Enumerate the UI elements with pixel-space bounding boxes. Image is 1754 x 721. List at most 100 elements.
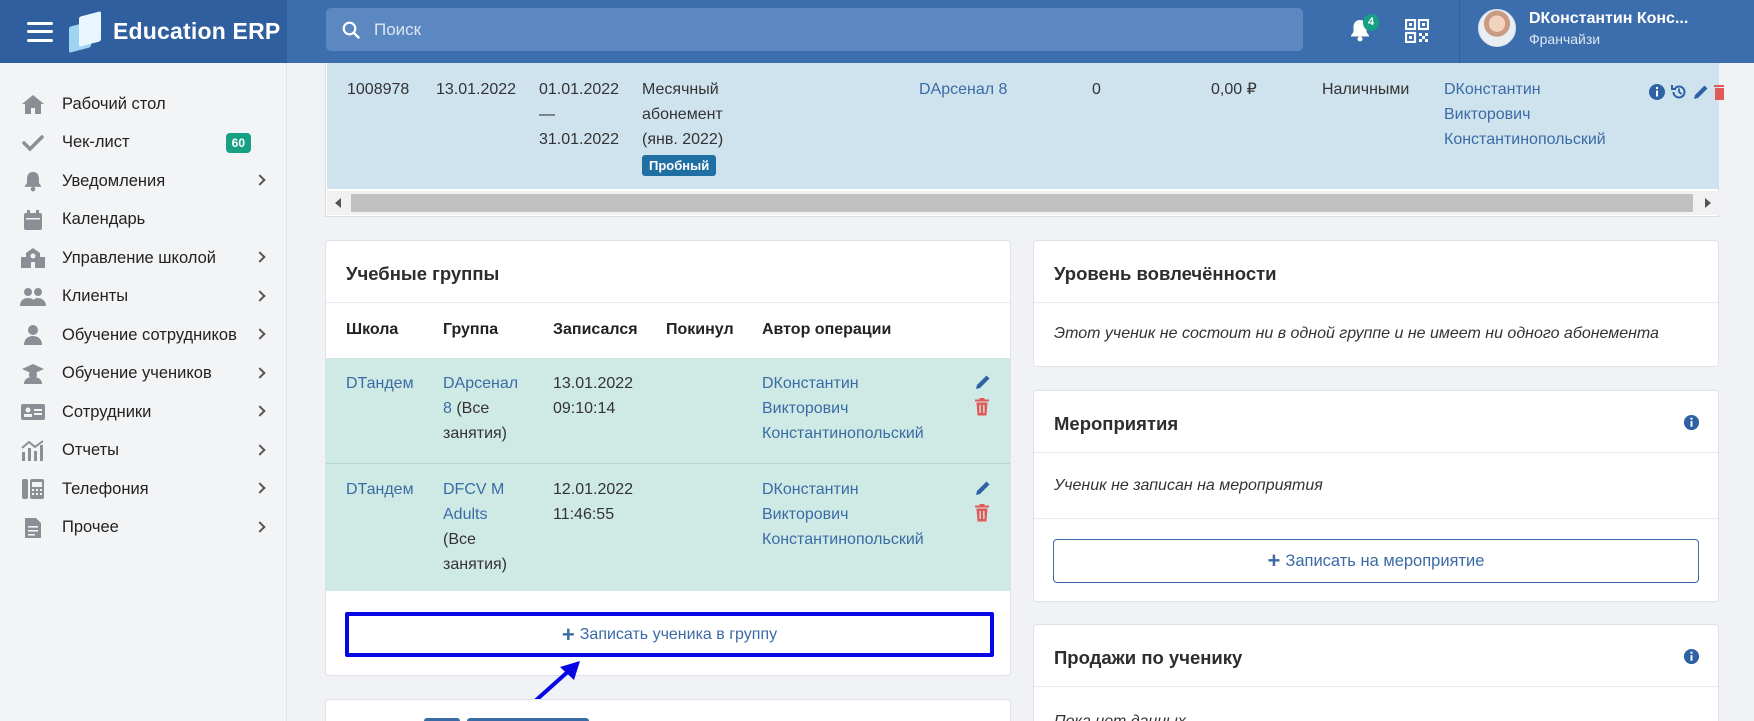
group-scope: занятия) bbox=[443, 425, 507, 442]
edit-icon[interactable] bbox=[1692, 83, 1710, 101]
subscription-name-line: Месячный bbox=[642, 81, 719, 98]
column-header-group: Группа bbox=[443, 321, 499, 338]
sidebar-item-dashboard[interactable]: Рабочий стол bbox=[0, 85, 286, 124]
info-icon[interactable] bbox=[1683, 414, 1700, 431]
id-card-icon bbox=[20, 400, 46, 424]
sidebar-item-employees[interactable]: Сотрудники bbox=[0, 393, 286, 432]
chevron-right-icon bbox=[254, 289, 266, 302]
hamburger-menu-icon[interactable] bbox=[27, 21, 53, 42]
qr-code-icon[interactable] bbox=[1404, 18, 1430, 44]
sales-card: Продажи по ученику Пока нет данных bbox=[1033, 624, 1719, 721]
horizontal-scrollbar[interactable] bbox=[327, 191, 1719, 215]
sidebar-item-checklist[interactable]: Чек-лист 60 bbox=[0, 124, 286, 163]
delete-icon[interactable] bbox=[1714, 83, 1724, 101]
subscription-id: 1008978 bbox=[347, 81, 410, 98]
scroll-left-arrow-icon[interactable] bbox=[335, 198, 341, 208]
sidebar-item-label: Уведомления bbox=[62, 171, 166, 190]
chevron-right-icon bbox=[254, 251, 266, 263]
column-header-school: Школа bbox=[346, 321, 399, 338]
period-end: 31.01.2022 bbox=[539, 131, 620, 148]
search-input[interactable] bbox=[374, 19, 1274, 40]
group-scope: (Все bbox=[443, 531, 476, 548]
user-menu[interactable]: DКонстантин Конс... Франчайзи bbox=[1478, 9, 1688, 47]
group-name-link[interactable]: 8 bbox=[443, 400, 452, 417]
chevron-right-icon bbox=[254, 443, 266, 456]
engagement-title: Уровень вовлечённости bbox=[1054, 263, 1277, 284]
events-card: Мероприятия Ученик не записан на меропри… bbox=[1033, 390, 1719, 602]
group-name-link[interactable]: DАрсенал bbox=[443, 371, 518, 396]
author-line: Викторович bbox=[1444, 106, 1531, 123]
delete-icon[interactable] bbox=[974, 504, 990, 522]
sidebar-item-label: Клиенты bbox=[62, 287, 129, 306]
app-logo-icon bbox=[69, 10, 103, 53]
edit-icon[interactable] bbox=[974, 373, 992, 391]
table-row: DТандем DFCV M Adults (Все занятия) 12.0… bbox=[326, 464, 1010, 591]
sidebar-item-label: Чек-лист bbox=[62, 133, 130, 152]
author-line: Викторович bbox=[762, 400, 849, 417]
engagement-card: Уровень вовлечённости Этот ученик не сос… bbox=[1033, 240, 1719, 367]
group-name-link[interactable]: Adults bbox=[443, 502, 507, 527]
history-icon[interactable] bbox=[1670, 83, 1688, 101]
chevron-right-icon bbox=[254, 405, 266, 417]
header-divider bbox=[1459, 0, 1460, 63]
sidebar-item-school-management[interactable]: Управление школой bbox=[0, 239, 286, 278]
search-bar[interactable] bbox=[326, 8, 1303, 51]
avatar[interactable] bbox=[1478, 9, 1516, 47]
sidebar-item-calendar[interactable]: Календарь bbox=[0, 201, 286, 240]
subscription-author-link[interactable]: DКонстантин Викторович Константинопольск… bbox=[1444, 77, 1606, 152]
chart-icon bbox=[20, 439, 46, 463]
top-bar: Education ERP 4 DКонстантин Конс... Фран… bbox=[0, 0, 1754, 63]
joined-date: 13.01.2022 bbox=[553, 375, 634, 392]
group-name-link[interactable]: DFCV M bbox=[443, 477, 507, 502]
subscription-name-line: абонемент bbox=[642, 106, 723, 123]
sidebar-item-telephony[interactable]: Телефония bbox=[0, 470, 286, 509]
group-school-link[interactable]: DТандем bbox=[346, 371, 414, 396]
subscription-group-link[interactable]: DАрсенал 8 bbox=[919, 77, 1007, 102]
notifications-button[interactable]: 4 bbox=[1349, 14, 1379, 44]
info-icon[interactable] bbox=[1648, 83, 1666, 101]
period-start: 01.01.2022 bbox=[539, 81, 620, 98]
subscriptions-table: 1008978 13.01.2022 01.01.2022 — 31.01.20… bbox=[325, 63, 1724, 217]
sidebar-item-label: Телефония bbox=[62, 479, 149, 498]
group-school-link[interactable]: DТандем bbox=[346, 477, 414, 502]
sidebar-item-staff-training[interactable]: Обучение сотрудников bbox=[0, 316, 286, 355]
check-icon bbox=[20, 131, 46, 155]
subscription-amount: 0,00 ₽ bbox=[1211, 81, 1257, 98]
sidebar-item-student-training[interactable]: Обучение учеников bbox=[0, 355, 286, 394]
user-name: DКонстантин Конс... bbox=[1529, 9, 1689, 27]
chevron-right-icon bbox=[254, 482, 266, 494]
column-header-left: Покинул bbox=[666, 321, 734, 338]
sidebar-item-label: Сотрудники bbox=[62, 402, 152, 421]
delete-icon[interactable] bbox=[974, 398, 990, 416]
author-line: Константинопольский bbox=[762, 425, 924, 442]
table-row: DТандем DАрсенал 8 (Все занятия) 13.01.2… bbox=[326, 358, 1010, 463]
group-name: DFCV M Adults (Все занятия) bbox=[443, 477, 507, 577]
card-header: Мероприятия bbox=[1034, 391, 1718, 453]
joined-date: 12.01.2022 bbox=[553, 481, 634, 498]
info-icon[interactable] bbox=[1683, 648, 1700, 665]
edit-icon[interactable] bbox=[974, 479, 992, 497]
subscription-period: 01.01.2022 — 31.01.2022 bbox=[539, 77, 619, 152]
add-event-button[interactable]: + Записать на мероприятие bbox=[1053, 539, 1699, 583]
home-icon bbox=[20, 92, 46, 116]
sidebar-item-reports[interactable]: Отчеты bbox=[0, 432, 286, 471]
scroll-right-arrow-icon[interactable] bbox=[1705, 198, 1711, 208]
group-author-link[interactable]: DКонстантин Викторович Константинопольск… bbox=[762, 477, 924, 552]
group-author-link[interactable]: DКонстантин Викторович Константинопольск… bbox=[762, 371, 924, 446]
scrollbar-thumb[interactable] bbox=[351, 194, 1693, 212]
sales-text: Пока нет данных bbox=[1054, 713, 1186, 721]
sidebar-item-other[interactable]: Прочее bbox=[0, 509, 286, 548]
subscription-date: 13.01.2022 bbox=[436, 81, 517, 98]
group-scope: (Все bbox=[451, 400, 490, 417]
sidebar-item-clients[interactable]: Клиенты bbox=[0, 278, 286, 317]
card-header: Учебные группы bbox=[326, 241, 1010, 303]
author-line: Константинопольский bbox=[762, 531, 924, 548]
add-event-label: Записать на мероприятие bbox=[1285, 551, 1485, 570]
add-to-group-button[interactable]: + Записать ученика в группу bbox=[345, 612, 994, 657]
file-icon bbox=[20, 516, 46, 540]
joined-time: 11:46:55 bbox=[553, 506, 615, 523]
sidebar: Рабочий стол Чек-лист 60 Уведомления Кал… bbox=[0, 63, 287, 721]
joined-time: 09:10:14 bbox=[553, 400, 616, 417]
column-header-joined: Записался bbox=[553, 321, 638, 338]
sidebar-item-notifications[interactable]: Уведомления bbox=[0, 162, 286, 201]
